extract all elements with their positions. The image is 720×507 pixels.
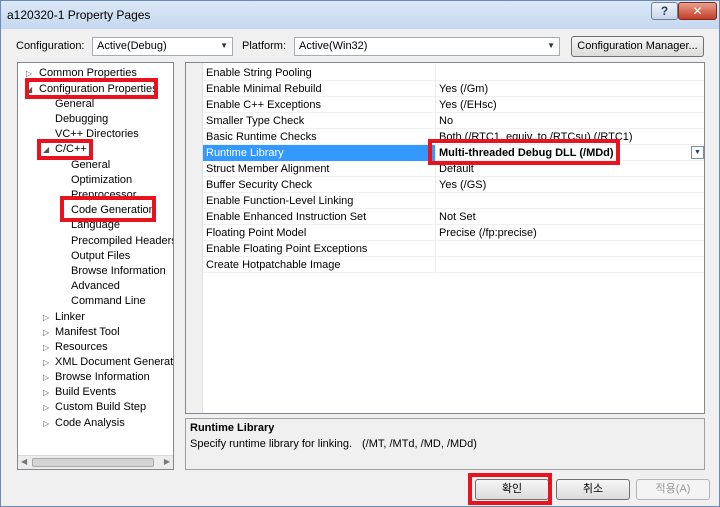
tree-item-debugging[interactable]: Debugging (55, 113, 108, 125)
tree-horizontal-scrollbar[interactable]: ◀ ▶ (18, 455, 173, 469)
property-name: Enable Floating Point Exceptions (206, 243, 368, 255)
configuration-select[interactable]: Active(Debug) ▼ (92, 37, 233, 56)
title-bar: a120320-1 Property Pages ? ✕ (1, 1, 719, 29)
property-name: Enable C++ Exceptions (206, 99, 321, 111)
tree-item-browse-information-2[interactable]: Browse Information (55, 371, 150, 383)
property-value: Not Set (439, 211, 476, 223)
tree-item-command-line[interactable]: Command Line (71, 295, 146, 307)
expand-icon[interactable]: ▷ (43, 358, 49, 367)
property-row[interactable]: Enable Floating Point Exceptions (203, 241, 704, 257)
scrollbar-thumb[interactable] (32, 458, 154, 467)
highlight-configuration-properties (25, 78, 158, 99)
column-divider (435, 177, 436, 193)
chevron-down-icon: ▼ (547, 41, 555, 50)
property-row[interactable]: Enable String Pooling (203, 65, 704, 81)
column-divider (435, 209, 436, 225)
property-row[interactable]: Enable Function-Level Linking (203, 193, 704, 209)
property-name: Basic Runtime Checks (206, 131, 317, 143)
property-pages-window: a120320-1 Property Pages ? ✕ Configurati… (0, 0, 720, 507)
tree-item-optimization[interactable]: Optimization (71, 174, 132, 186)
chevron-down-icon: ▼ (220, 41, 228, 50)
grid-gutter (186, 63, 203, 413)
property-row[interactable]: Smaller Type Check No (203, 113, 704, 129)
cancel-button[interactable]: 취소 (556, 479, 630, 500)
property-name: Enable Minimal Rebuild (206, 83, 322, 95)
property-row[interactable]: Enable Minimal Rebuild Yes (/Gm) (203, 81, 704, 97)
property-grid: Enable String Pooling Enable Minimal Reb… (185, 62, 705, 414)
property-name: Smaller Type Check (206, 115, 305, 127)
property-row[interactable]: Create Hotpatchable Image (203, 257, 704, 273)
description-panel: Runtime Library Specify runtime library … (185, 418, 705, 470)
platform-select[interactable]: Active(Win32) ▼ (294, 37, 560, 56)
expand-icon[interactable]: ▷ (43, 403, 49, 412)
tree-item-xml-document-generator[interactable]: XML Document Generator (55, 356, 173, 368)
apply-button[interactable]: 적용(A) (636, 479, 710, 500)
tree-item-advanced[interactable]: Advanced (71, 280, 120, 292)
column-divider (435, 65, 436, 81)
property-name: Buffer Security Check (206, 179, 313, 191)
configuration-label: Configuration: (16, 40, 85, 52)
description-title: Runtime Library (190, 422, 275, 434)
tree-item-output-files[interactable]: Output Files (71, 250, 130, 262)
expand-icon[interactable]: ▷ (43, 343, 49, 352)
tree-item-linker[interactable]: Linker (55, 311, 85, 323)
property-row[interactable]: Enable C++ Exceptions Yes (/EHsc) (203, 97, 704, 113)
column-divider (435, 225, 436, 241)
platform-value: Active(Win32) (299, 40, 368, 52)
tree-item-precompiled-headers[interactable]: Precompiled Headers (71, 235, 173, 247)
property-name: Enable Function-Level Linking (206, 195, 354, 207)
property-name: Create Hotpatchable Image (206, 259, 341, 271)
scroll-left-icon[interactable]: ◀ (21, 457, 27, 466)
property-row[interactable]: Buffer Security Check Yes (/GS) (203, 177, 704, 193)
property-name: Floating Point Model (206, 227, 307, 239)
tree-item-code-analysis[interactable]: Code Analysis (55, 417, 125, 429)
property-value: Yes (/Gm) (439, 83, 489, 95)
column-divider (435, 81, 436, 97)
property-name: Struct Member Alignment (206, 163, 330, 175)
close-button[interactable]: ✕ (678, 2, 717, 20)
help-button[interactable]: ? (651, 2, 678, 20)
property-name: Enable Enhanced Instruction Set (206, 211, 367, 223)
category-tree: ▷ Common Properties ◢ Configuration Prop… (17, 62, 174, 470)
configuration-value: Active(Debug) (97, 40, 167, 52)
description-text: Specify runtime library for linking. (190, 438, 353, 450)
property-value: Precise (/fp:precise) (439, 227, 537, 239)
expand-icon[interactable]: ▷ (43, 328, 49, 337)
scroll-right-icon[interactable]: ▶ (164, 457, 170, 466)
configuration-manager-button[interactable]: Configuration Manager... (571, 36, 704, 57)
tree-item-browse-information[interactable]: Browse Information (71, 265, 166, 277)
expand-icon[interactable]: ▷ (43, 313, 49, 322)
description-switches: (/MT, /MTd, /MD, /MDd) (362, 438, 477, 450)
column-divider (435, 113, 436, 129)
property-name: Runtime Library (206, 147, 284, 159)
tree-item-resources[interactable]: Resources (55, 341, 108, 353)
tree-item-custom-build-step[interactable]: Custom Build Step (55, 401, 146, 413)
property-row[interactable]: Enable Enhanced Instruction Set Not Set (203, 209, 704, 225)
expand-icon[interactable]: ▷ (43, 419, 49, 428)
tree-item-manifest-tool[interactable]: Manifest Tool (55, 326, 120, 338)
tree-item-build-events[interactable]: Build Events (55, 386, 116, 398)
expand-icon[interactable]: ▷ (43, 373, 49, 382)
expand-icon[interactable]: ▷ (26, 69, 32, 78)
expand-icon[interactable]: ▷ (43, 388, 49, 397)
window-title: a120320-1 Property Pages (7, 8, 151, 22)
column-divider (435, 257, 436, 273)
property-name: Enable String Pooling (206, 67, 312, 79)
chevron-down-icon[interactable]: ▼ (691, 146, 704, 159)
highlight-code-generation (60, 196, 156, 222)
property-value: No (439, 115, 454, 127)
property-row[interactable]: Floating Point Model Precise (/fp:precis… (203, 225, 704, 241)
selection-highlight: Runtime Library (203, 145, 435, 161)
highlight-ok-button (468, 473, 552, 505)
column-divider (435, 241, 436, 257)
highlight-runtime-library-value (428, 139, 620, 165)
tree-item-general[interactable]: General (55, 98, 94, 110)
tree-item-cpp-general[interactable]: General (71, 159, 110, 171)
property-value: Yes (/GS) (439, 179, 487, 191)
highlight-c-cpp (37, 139, 93, 160)
column-divider (435, 97, 436, 113)
platform-label: Platform: (242, 40, 287, 52)
property-value: Yes (/EHsc) (439, 99, 497, 111)
column-divider (435, 193, 436, 209)
